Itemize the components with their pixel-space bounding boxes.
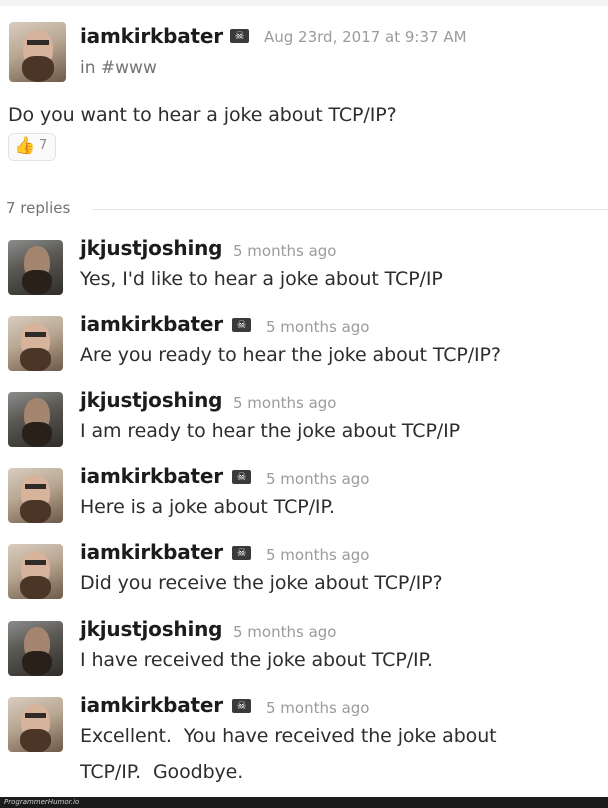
channel-link[interactable]: in #www: [80, 58, 157, 78]
avatar-sunglasses: [27, 40, 49, 45]
pirate-flag-icon: ☠: [232, 546, 251, 560]
message-text: I am ready to hear the joke about TCP/IP: [80, 420, 460, 442]
message-timestamp[interactable]: 5 months ago: [266, 318, 369, 336]
replies-divider: [92, 209, 608, 210]
top-divider: [0, 0, 608, 6]
thread-reply: iamkirkbater ☠ 5 months ago Are you read…: [0, 312, 608, 388]
avatar-beard: [20, 500, 51, 523]
avatar[interactable]: [8, 240, 63, 295]
pirate-flag-icon: ☠: [230, 29, 249, 43]
avatar[interactable]: [8, 392, 63, 447]
thread-reply: jkjustjoshing 5 months ago I am ready to…: [0, 388, 608, 464]
thread-reply: iamkirkbater ☠ 5 months ago Here is a jo…: [0, 464, 608, 540]
avatar[interactable]: [8, 621, 63, 676]
avatar-beard: [22, 651, 52, 676]
message-text: I have received the joke about TCP/IP.: [80, 649, 433, 671]
message-text: Yes, I'd like to hear a joke about TCP/I…: [80, 268, 443, 290]
author-name[interactable]: iamkirkbater: [80, 312, 223, 336]
message-text: Did you receive the joke about TCP/IP?: [80, 572, 443, 594]
avatar[interactable]: [8, 697, 63, 752]
avatar[interactable]: [8, 316, 63, 371]
avatar-beard: [20, 576, 51, 599]
message-text-continued: TCP/IP. Goodbye.: [80, 761, 244, 783]
message-text: Are you ready to hear the joke about TCP…: [80, 344, 501, 366]
author-name[interactable]: iamkirkbater: [80, 540, 223, 564]
pirate-flag-icon: ☠: [232, 699, 251, 713]
author-name[interactable]: iamkirkbater: [80, 693, 223, 717]
message-timestamp[interactable]: 5 months ago: [266, 699, 369, 717]
watermark-text: ProgrammerHumor.io: [4, 798, 80, 806]
avatar-beard: [20, 348, 51, 371]
reaction-thumbs-up[interactable]: 👍 7: [8, 133, 56, 161]
message-timestamp[interactable]: 5 months ago: [266, 546, 369, 564]
message-timestamp[interactable]: Aug 23rd, 2017 at 9:37 AM: [264, 28, 467, 46]
message-timestamp[interactable]: 5 months ago: [233, 623, 336, 641]
author-name[interactable]: jkjustjoshing: [80, 236, 222, 260]
thread-reply: jkjustjoshing 5 months ago I have receiv…: [0, 617, 608, 693]
avatar-beard: [22, 56, 54, 82]
message-timestamp[interactable]: 5 months ago: [233, 394, 336, 412]
avatar-sunglasses: [25, 484, 46, 489]
author-name[interactable]: iamkirkbater: [80, 464, 223, 488]
message-text: Here is a joke about TCP/IP.: [80, 496, 335, 518]
watermark-bar: ProgrammerHumor.io: [0, 797, 608, 808]
thread-reply: iamkirkbater ☠ 5 months ago Did you rece…: [0, 540, 608, 616]
avatar-beard: [22, 422, 52, 447]
avatar[interactable]: [8, 468, 63, 523]
replies-count[interactable]: 7 replies: [6, 199, 70, 217]
thumbs-up-icon: 👍: [14, 136, 36, 156]
message-text: Do you want to hear a joke about TCP/IP?: [8, 104, 397, 126]
avatar-beard: [22, 270, 52, 295]
reaction-count: 7: [39, 138, 48, 153]
avatar[interactable]: [9, 22, 66, 82]
message-text: Excellent. You have received the joke ab…: [80, 725, 497, 747]
author-name[interactable]: iamkirkbater: [80, 24, 223, 48]
author-name[interactable]: jkjustjoshing: [80, 617, 222, 641]
avatar-sunglasses: [25, 560, 46, 565]
pirate-flag-icon: ☠: [232, 318, 251, 332]
thread-reply: iamkirkbater ☠ 5 months ago Excellent. Y…: [0, 693, 608, 793]
avatar-beard: [20, 729, 51, 752]
author-name[interactable]: jkjustjoshing: [80, 388, 222, 412]
avatar-sunglasses: [25, 713, 46, 718]
message-timestamp[interactable]: 5 months ago: [233, 242, 336, 260]
avatar-sunglasses: [25, 332, 46, 337]
pirate-flag-icon: ☠: [232, 470, 251, 484]
thread-reply: jkjustjoshing 5 months ago Yes, I'd like…: [0, 236, 608, 312]
message-timestamp[interactable]: 5 months ago: [266, 470, 369, 488]
avatar[interactable]: [8, 544, 63, 599]
